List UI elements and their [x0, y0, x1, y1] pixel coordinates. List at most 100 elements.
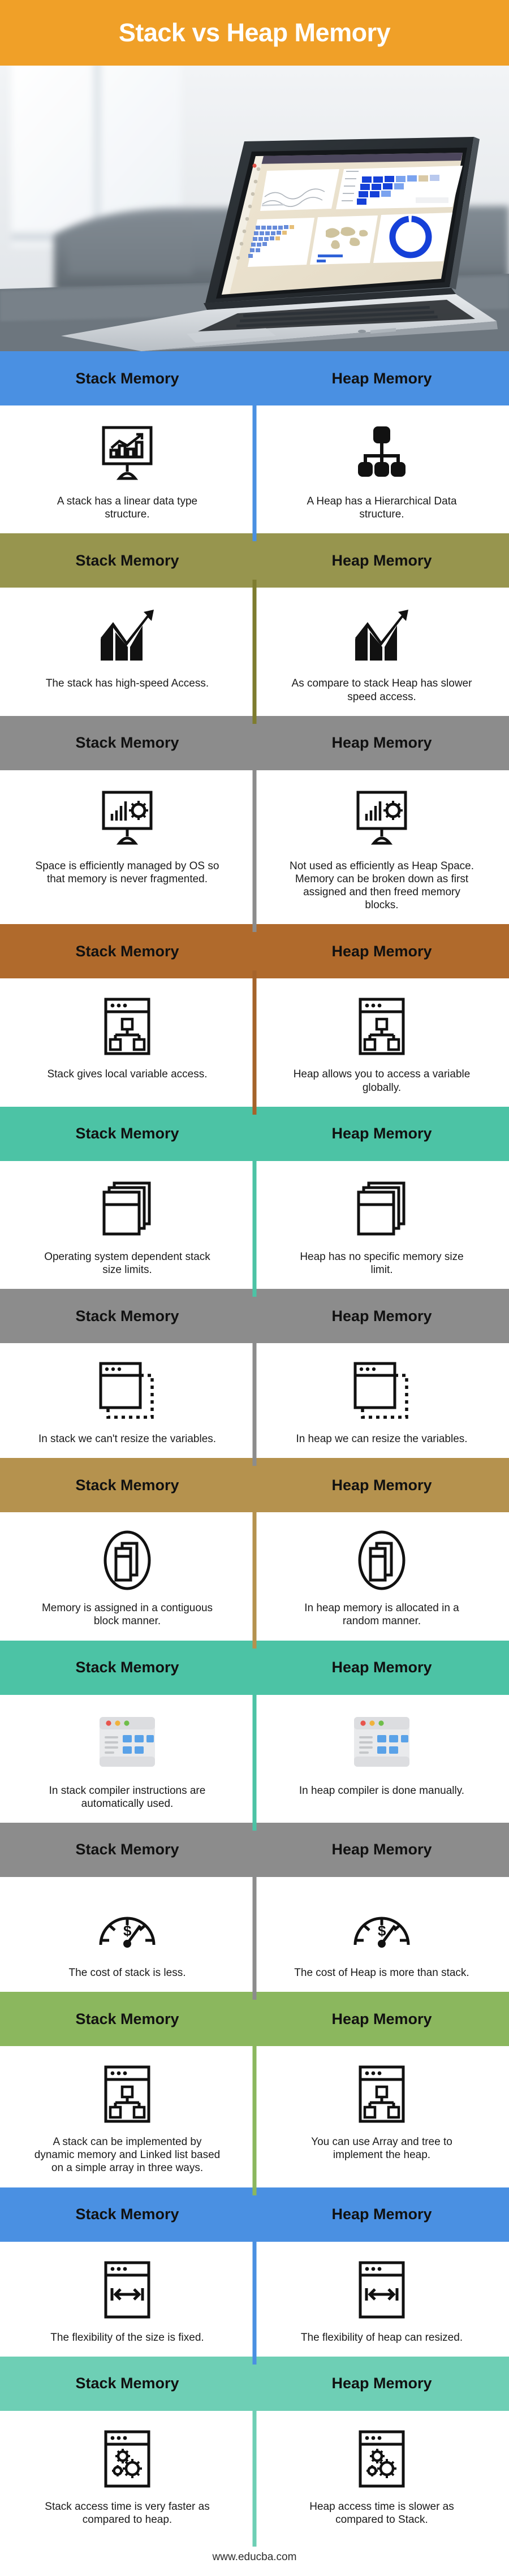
stack-memory-header: Stack Memory — [75, 734, 179, 752]
heap-memory-header: Heap Memory — [331, 369, 432, 387]
monitor-settings-icon — [102, 791, 153, 845]
section-body: A stack has a linear data type structure… — [0, 398, 509, 542]
heap-memory-caption: A Heap has a Hierarchical Data structure… — [307, 495, 457, 521]
contiguous-blocks-circle-icon — [358, 1530, 406, 1590]
heap-memory-header: Heap Memory — [331, 2206, 432, 2223]
icon-container — [97, 1708, 157, 1777]
column-divider — [252, 1504, 257, 1649]
heap-memory-column: In heap compiler is done manually. — [255, 1708, 509, 1797]
icon-container — [355, 1175, 408, 1244]
stack-memory-column: A stack has a linear data type structure… — [0, 419, 255, 521]
stack-memory-caption: The cost of stack is less. — [68, 1966, 186, 1979]
icon-container — [355, 419, 409, 488]
window-resize-dashed-icon — [353, 1362, 408, 1419]
column-divider — [252, 2038, 257, 2195]
icon-container — [102, 1526, 153, 1595]
comparison-section: Stack Memory Heap Memory A stack has a li… — [0, 351, 509, 542]
stack-memory-column: The stack has high-speed Access. — [0, 601, 255, 690]
heap-memory-caption: The cost of Heap is more than stack. — [294, 1966, 469, 1979]
window-arrows-width-icon — [104, 2261, 150, 2319]
monitor-bar-chart-icon — [102, 426, 153, 480]
stack-memory-caption: In stack we can't resize the variables. — [38, 1433, 217, 1446]
icon-container — [103, 2060, 152, 2129]
heap-memory-caption: The flexibility of heap can resized. — [300, 2331, 463, 2344]
stack-memory-caption: Operating system dependent stack size li… — [44, 1250, 210, 1276]
window-sitemap-icon — [359, 2065, 405, 2123]
heap-memory-header: Heap Memory — [331, 1659, 432, 1676]
icon-container — [357, 2060, 406, 2129]
hierarchy-tree-icon — [358, 426, 406, 477]
heap-memory-caption: In heap memory is allocated in a random … — [304, 1602, 459, 1628]
window-resize-dashed-icon — [99, 1362, 154, 1419]
heap-memory-caption: Not used as efficiently as Heap Space. M… — [289, 860, 474, 912]
heap-memory-header: Heap Memory — [331, 551, 432, 569]
monitor-settings-icon — [356, 791, 407, 845]
heap-memory-column: As compare to stack Heap has slower spee… — [255, 601, 509, 703]
icon-container — [103, 2255, 152, 2324]
stack-memory-column: A stack can be implemented by dynamic me… — [0, 2060, 255, 2175]
comparison-section: Stack Memory Heap Memory A stack can be i… — [0, 1992, 509, 2195]
svg-text:$: $ — [123, 1922, 132, 1939]
stack-memory-caption: A stack can be implemented by dynamic me… — [34, 2136, 221, 2174]
column-divider — [252, 762, 257, 933]
heap-memory-header: Heap Memory — [331, 1125, 432, 1142]
comparison-section: Stack Memory Heap Memory The flexibility … — [0, 2187, 509, 2364]
cost-gauge-dollar-icon: $ — [99, 1917, 156, 1948]
comparison-section: Stack Memory Heap Memory Stack gives loca… — [0, 924, 509, 1115]
column-divider — [252, 1686, 257, 1831]
stack-memory-caption: Memory is assigned in a contiguous block… — [41, 1602, 213, 1628]
heap-memory-column: A Heap has a Hierarchical Data structure… — [255, 419, 509, 521]
window-gears-icon — [104, 2430, 150, 2488]
section-body: Memory is assigned in a contiguous block… — [0, 1504, 509, 1649]
heap-memory-column: Heap has no specific memory size limit. — [255, 1175, 509, 1276]
heap-memory-caption: Heap has no specific memory size limit. — [300, 1250, 464, 1276]
icon-container: $ — [96, 1891, 158, 1960]
heap-memory-column: In heap we can resize the variables. — [255, 1357, 509, 1446]
stack-memory-column: $ The cost of stack is less. — [0, 1891, 255, 1979]
column-divider — [252, 1335, 257, 1466]
stack-memory-header: Stack Memory — [75, 2206, 179, 2223]
stack-memory-column: Stack access time is very faster as comp… — [0, 2424, 255, 2526]
section-body: Stack gives local variable access. Heap … — [0, 970, 509, 1115]
icon-container — [352, 1708, 412, 1777]
comparison-section: Stack Memory Heap Memory Memory is assign… — [0, 1458, 509, 1649]
comparison-section: Stack Memory Heap Memory The stack has hi… — [0, 533, 509, 724]
page-title: Stack vs Heap Memory — [118, 18, 391, 47]
column-divider — [252, 970, 257, 1115]
icon-container — [357, 2424, 406, 2493]
stack-memory-column: Operating system dependent stack size li… — [0, 1175, 255, 1276]
section-body: The stack has high-speed Access. As comp… — [0, 580, 509, 724]
stack-memory-caption: The stack has high-speed Access. — [45, 678, 209, 690]
heap-memory-header: Heap Memory — [331, 2010, 432, 2027]
comparison-section: Stack Memory Heap Memory In stack compile… — [0, 1640, 509, 1831]
heap-memory-column: $ The cost of Heap is more than stack. — [255, 1891, 509, 1979]
source-url: www.educba.com — [212, 2551, 297, 2564]
growth-arrow-bars-icon — [355, 610, 408, 661]
stacked-pages-icon — [102, 1181, 151, 1236]
growth-arrow-bars-icon — [101, 610, 154, 661]
stack-memory-column: Memory is assigned in a contiguous block… — [0, 1526, 255, 1628]
window-sitemap-icon — [104, 998, 150, 1055]
section-body: Space is efficiently managed by OS so th… — [0, 762, 509, 933]
stack-memory-header: Stack Memory — [75, 1659, 179, 1676]
window-sitemap-icon — [104, 2065, 150, 2123]
stack-memory-header: Stack Memory — [75, 2010, 179, 2027]
heap-memory-caption: In heap we can resize the variables. — [296, 1433, 468, 1446]
stack-memory-header: Stack Memory — [75, 1307, 179, 1324]
heap-memory-caption: You can use Array and tree to implement … — [311, 2136, 452, 2161]
icon-container — [356, 1526, 407, 1595]
stack-memory-caption: A stack has a linear data type structure… — [57, 495, 198, 521]
stack-memory-header: Stack Memory — [75, 1125, 179, 1142]
heap-memory-header: Heap Memory — [331, 942, 432, 960]
window-gears-icon — [359, 2430, 405, 2488]
stack-memory-header: Stack Memory — [75, 1841, 179, 1858]
contiguous-blocks-circle-icon — [103, 1530, 151, 1590]
comparison-section: Stack Memory Heap Memory In stack we can'… — [0, 1289, 509, 1466]
browser-dashboard-color-icon — [354, 1716, 409, 1767]
section-body: Stack access time is very faster as comp… — [0, 2402, 509, 2547]
heap-memory-header: Heap Memory — [331, 1307, 432, 1324]
heap-memory-column: Heap access time is slower as compared t… — [255, 2424, 509, 2526]
page-header: Stack vs Heap Memory — [0, 0, 509, 66]
stack-memory-header: Stack Memory — [75, 551, 179, 569]
stack-memory-caption: In stack compiler instructions are autom… — [49, 1784, 206, 1810]
